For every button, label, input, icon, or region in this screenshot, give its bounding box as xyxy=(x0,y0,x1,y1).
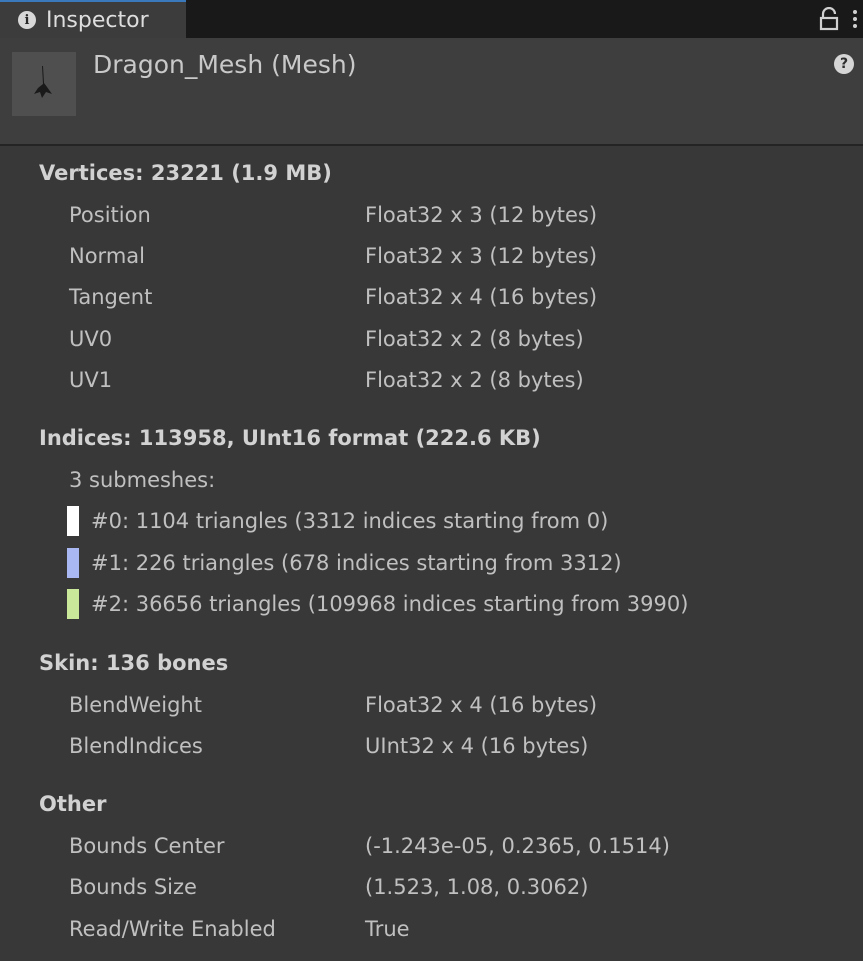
property-label: Read/Write Enabled xyxy=(69,917,276,941)
attribute-label: BlendIndices xyxy=(69,734,203,758)
attribute-value: Float32 x 2 (8 bytes) xyxy=(365,327,584,351)
skin-heading: Skin: 136 bones xyxy=(39,651,229,675)
attribute-label: Tangent xyxy=(69,285,153,309)
property-value: (1.523, 1.08, 0.3062) xyxy=(365,875,589,899)
attribute-label: Normal xyxy=(69,244,145,268)
indices-heading: Indices: 113958, UInt16 format (222.6 KB… xyxy=(39,426,541,450)
tab-inspector[interactable]: i Inspector xyxy=(0,0,186,38)
submesh-row: #0: 1104 triangles (3312 indices startin… xyxy=(91,509,609,533)
submesh-row: #1: 226 triangles (678 indices starting … xyxy=(91,551,622,575)
property-label: Bounds Center xyxy=(69,834,225,858)
vertices-heading: Vertices: 23221 (1.9 MB) xyxy=(39,161,332,185)
attribute-label: BlendWeight xyxy=(69,693,202,717)
attribute-value: Float32 x 3 (12 bytes) xyxy=(365,244,598,268)
submesh-row: #2: 36656 triangles (109968 indices star… xyxy=(91,592,689,616)
property-label: Bounds Size xyxy=(69,875,197,899)
attribute-value: Float32 x 4 (16 bytes) xyxy=(365,693,598,717)
attribute-value: Float32 x 4 (16 bytes) xyxy=(365,285,598,309)
asset-header: Dragon_Mesh (Mesh) ? xyxy=(0,38,863,146)
tab-bar: i Inspector xyxy=(0,0,863,38)
submesh-color-swatch xyxy=(67,548,79,578)
more-menu-icon[interactable] xyxy=(852,8,858,30)
asset-title: Dragon_Mesh (Mesh) xyxy=(93,50,357,79)
submesh-color-swatch xyxy=(67,589,79,619)
mesh-info-panel: Vertices: 23221 (1.9 MB) Position Float3… xyxy=(0,146,863,961)
lock-icon[interactable] xyxy=(818,7,840,31)
attribute-value: Float32 x 2 (8 bytes) xyxy=(365,368,584,392)
attribute-value: UInt32 x 4 (16 bytes) xyxy=(365,734,589,758)
info-icon: i xyxy=(18,11,36,29)
attribute-label: UV0 xyxy=(69,327,113,351)
submesh-color-swatch xyxy=(67,506,79,536)
tab-label: Inspector xyxy=(46,7,149,33)
mesh-preview-thumbnail xyxy=(12,52,76,116)
dragon-mesh-icon xyxy=(34,66,52,98)
other-heading: Other xyxy=(39,792,107,816)
submesh-count: 3 submeshes: xyxy=(69,468,216,492)
attribute-value: Float32 x 3 (12 bytes) xyxy=(365,203,598,227)
attribute-label: UV1 xyxy=(69,368,113,392)
property-value: True xyxy=(365,917,410,941)
property-value: (-1.243e-05, 0.2365, 0.1514) xyxy=(365,834,670,858)
attribute-label: Position xyxy=(69,203,151,227)
help-icon[interactable]: ? xyxy=(834,54,854,74)
